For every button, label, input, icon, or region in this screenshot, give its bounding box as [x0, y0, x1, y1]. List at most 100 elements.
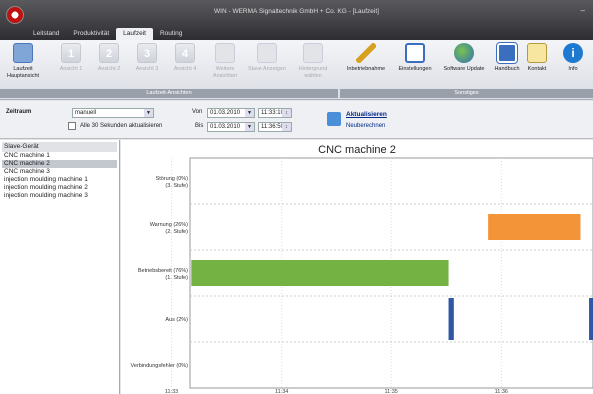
timeline-segment — [488, 214, 581, 240]
timeline-segment — [191, 260, 449, 286]
slave-icon — [257, 43, 277, 63]
spinner-icon: ↕ — [282, 123, 291, 131]
chart-icon — [13, 43, 33, 63]
hintergrund-waehlen-label: Hintergrund wählen — [298, 66, 328, 79]
ansicht-4-button[interactable]: 4 Ansicht 4 — [164, 43, 206, 73]
zeitraum-label: Zeitraum — [6, 109, 32, 115]
book-icon — [496, 42, 518, 64]
x-tick-label: 11:33 — [165, 389, 178, 394]
einstellungen-button[interactable]: Einstellungen — [392, 43, 438, 73]
view-2-icon: 2 — [99, 43, 119, 63]
timeline-chart: 11:33 11:34 11:35 11:36 Störung (0%)(3. Stuf… — [131, 157, 593, 394]
von-time-stepper[interactable]: 11:33:10 ↕ — [258, 108, 292, 118]
x-tick-label: 11:34 — [275, 389, 288, 394]
view-3-icon: 3 — [137, 43, 157, 63]
refresh-icon[interactable] — [327, 112, 341, 126]
von-date-value: 01.03.2010 — [210, 110, 241, 116]
filter-bar: Zeitraum manuell ▼ Alle 30 Sekunden aktu… — [0, 101, 593, 139]
minimize-icon[interactable]: – — [581, 6, 585, 15]
software-update-button[interactable]: Software Update — [442, 43, 486, 73]
chart-panel: CNC machine 2 11:33 11:34 11:35 11:36 Störun… — [121, 140, 593, 394]
window-title: WIN - WERMA Signaltechnik GmbH + Co. KG … — [214, 8, 379, 15]
wrench-icon — [356, 43, 376, 63]
slave-anzeigen-label: Slave Anzeigen — [248, 66, 286, 72]
ansicht-1-button[interactable]: 1 Ansicht 1 — [50, 43, 92, 73]
ansicht-3-button[interactable]: 3 Ansicht 3 — [126, 43, 168, 73]
row-label: Verbindungsfehler (0%) — [131, 363, 189, 369]
group-sonstiges: Sonstiges — [340, 89, 593, 98]
list-item[interactable]: CNC machine 2 — [2, 160, 117, 168]
ribbon: Laufzeit Hauptansicht 1 Ansicht 1 2 Ansi… — [0, 40, 593, 100]
x-tick-label: 11:36 — [495, 389, 508, 394]
row-label: Störung (0%) — [156, 176, 189, 182]
chevron-down-icon: ▼ — [245, 123, 254, 131]
zeitraum-value: manuell — [75, 110, 97, 116]
bis-label: Bis — [195, 123, 204, 129]
list-item[interactable]: injection moulding machine 1 — [2, 176, 117, 184]
group-laufzeit-ansichten: Laufzeit-Ansichten — [0, 89, 338, 98]
inbetriebnahme-button[interactable]: Inbetriebnahme — [342, 43, 390, 73]
tab-routing[interactable]: Routing — [153, 28, 189, 40]
laufzeit-hauptansicht-label: Laufzeit Hauptansicht — [6, 66, 40, 79]
bis-date-select[interactable]: 01.03.2010 ▼ — [207, 122, 255, 132]
row-sublabel: (2. Stufe) — [165, 229, 188, 235]
row-sublabel: (3. Stufe) — [165, 183, 188, 189]
tab-laufzeit[interactable]: Laufzeit — [116, 28, 153, 40]
kontakt-button[interactable]: Kontakt — [520, 43, 554, 73]
main-tabs: Leitstand Produktivität Laufzeit Routing — [26, 28, 189, 40]
chevron-down-icon: ▼ — [144, 109, 153, 117]
envelope-icon — [527, 43, 547, 63]
device-list: Slave-Gerät CNC machine 1 CNC machine 2 … — [0, 140, 120, 394]
bis-time-stepper[interactable]: 11:36:50 ↕ — [258, 122, 292, 132]
aktualisieren-link[interactable]: Aktualisieren — [346, 111, 387, 118]
timeline-segment — [589, 298, 593, 340]
info-label: Info — [568, 66, 578, 72]
software-update-label: Software Update — [443, 66, 485, 72]
von-date-select[interactable]: 01.03.2010 ▼ — [207, 108, 255, 118]
more-views-icon — [215, 43, 235, 63]
bis-date-value: 01.03.2010 — [210, 124, 241, 130]
weitere-ansichten-button[interactable]: Weitere Ansichten — [204, 43, 246, 79]
auto-refresh-checkbox[interactable] — [68, 122, 76, 130]
tab-leitstand[interactable]: Leitstand — [26, 28, 66, 40]
row-label: Warnung (26%) — [150, 222, 188, 228]
ansicht-1-label: Ansicht 1 — [59, 66, 83, 72]
row-label: Betriebsbereit (76%) — [138, 268, 188, 274]
auto-refresh-label: Alle 30 Sekunden aktualisieren — [80, 123, 163, 129]
app-window: WIN - WERMA Signaltechnik GmbH + Co. KG … — [0, 0, 593, 394]
list-item[interactable]: injection moulding machine 3 — [2, 192, 117, 200]
x-tick-label: 11:35 — [384, 389, 397, 394]
view-1-icon: 1 — [61, 43, 81, 63]
bis-time-value: 11:36:50 — [261, 124, 284, 130]
handbuch-label: Handbuch — [494, 66, 520, 72]
von-time-value: 11:33:10 — [261, 110, 284, 116]
spinner-icon: ↕ — [282, 109, 291, 117]
info-button[interactable]: i Info — [556, 43, 590, 73]
zeitraum-select[interactable]: manuell ▼ — [72, 108, 154, 118]
row-label: Aus (2%) — [165, 317, 188, 323]
weitere-ansichten-label: Weitere Ansichten — [212, 66, 238, 79]
inbetriebnahme-label: Inbetriebnahme — [346, 66, 386, 72]
ansicht-2-button[interactable]: 2 Ansicht 2 — [88, 43, 130, 73]
laufzeit-hauptansicht-button[interactable]: Laufzeit Hauptansicht — [2, 43, 44, 79]
globe-icon — [454, 43, 474, 63]
ansicht-4-label: Ansicht 4 — [173, 66, 197, 72]
list-item[interactable]: injection moulding machine 2 — [2, 184, 117, 192]
von-label: Von — [192, 109, 203, 115]
title-bar: WIN - WERMA Signaltechnik GmbH + Co. KG … — [0, 0, 593, 40]
info-icon: i — [563, 43, 583, 63]
tab-produktivitaet[interactable]: Produktivität — [66, 28, 116, 40]
slave-anzeigen-button[interactable]: Slave Anzeigen — [246, 43, 288, 73]
row-sublabel: (1. Stufe) — [165, 275, 188, 281]
chevron-down-icon: ▼ — [245, 109, 254, 117]
ansicht-2-label: Ansicht 2 — [97, 66, 121, 72]
kontakt-label: Kontakt — [527, 66, 547, 72]
settings-icon — [405, 43, 425, 63]
list-item[interactable]: CNC machine 3 — [2, 168, 117, 176]
neuberechnen-link[interactable]: Neuberechnen — [346, 123, 385, 129]
list-item[interactable]: CNC machine 1 — [2, 152, 117, 160]
einstellungen-label: Einstellungen — [398, 66, 432, 72]
ansicht-3-label: Ansicht 3 — [135, 66, 159, 72]
timeline-segment — [448, 298, 454, 340]
hintergrund-waehlen-button[interactable]: Hintergrund wählen — [292, 43, 334, 79]
